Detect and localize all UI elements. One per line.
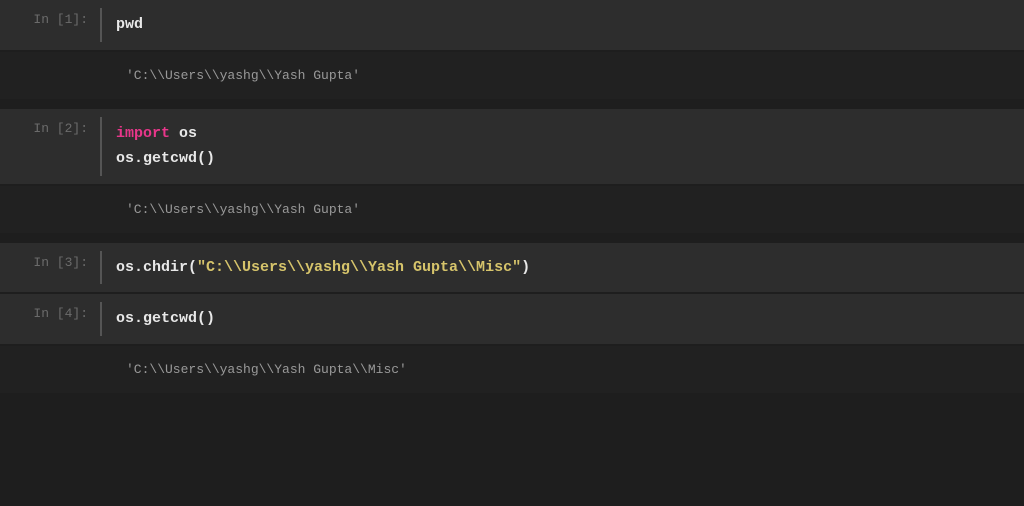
input-prompt: In [2]: [0, 117, 100, 176]
output-text: 'C:\\Users\\yashg\\Yash Gupta' [100, 64, 1024, 87]
output-cell-2: 'C:\\Users\\yashg\\Yash Gupta' [0, 186, 1024, 233]
call-close: ) [521, 259, 530, 276]
code-line: os.chdir("C:\\Users\\yashg\\Yash Gupta\\… [116, 255, 1014, 281]
code-content[interactable]: os.chdir("C:\\Users\\yashg\\Yash Gupta\\… [100, 251, 1024, 285]
output-text: 'C:\\Users\\yashg\\Yash Gupta' [100, 198, 1024, 221]
call-open: os.chdir( [116, 259, 197, 276]
input-cell-1[interactable]: In [1]: pwd [0, 0, 1024, 50]
output-prompt [0, 358, 100, 381]
code-line: os.getcwd() [116, 310, 215, 327]
string-literal: "C:\\Users\\yashg\\Yash Gupta\\Misc" [197, 259, 521, 276]
code-content[interactable]: os.getcwd() [100, 302, 1024, 336]
module-name: os [170, 125, 197, 142]
output-text: 'C:\\Users\\yashg\\Yash Gupta\\Misc' [100, 358, 1024, 381]
input-cell-4[interactable]: In [4]: os.getcwd() [0, 294, 1024, 344]
code-line: import os [116, 121, 1014, 147]
input-prompt: In [3]: [0, 251, 100, 285]
output-cell-4: 'C:\\Users\\yashg\\Yash Gupta\\Misc' [0, 346, 1024, 393]
input-cell-2[interactable]: In [2]: import os os.getcwd() [0, 109, 1024, 184]
code-line: os.getcwd() [116, 146, 1014, 172]
output-prompt [0, 64, 100, 87]
output-cell-1: 'C:\\Users\\yashg\\Yash Gupta' [0, 52, 1024, 99]
input-prompt: In [1]: [0, 8, 100, 42]
output-prompt [0, 198, 100, 221]
keyword-import: import [116, 125, 170, 142]
code-content[interactable]: import os os.getcwd() [100, 117, 1024, 176]
input-cell-3[interactable]: In [3]: os.chdir("C:\\Users\\yashg\\Yash… [0, 243, 1024, 293]
code-line: pwd [116, 16, 143, 33]
input-prompt: In [4]: [0, 302, 100, 336]
code-content[interactable]: pwd [100, 8, 1024, 42]
